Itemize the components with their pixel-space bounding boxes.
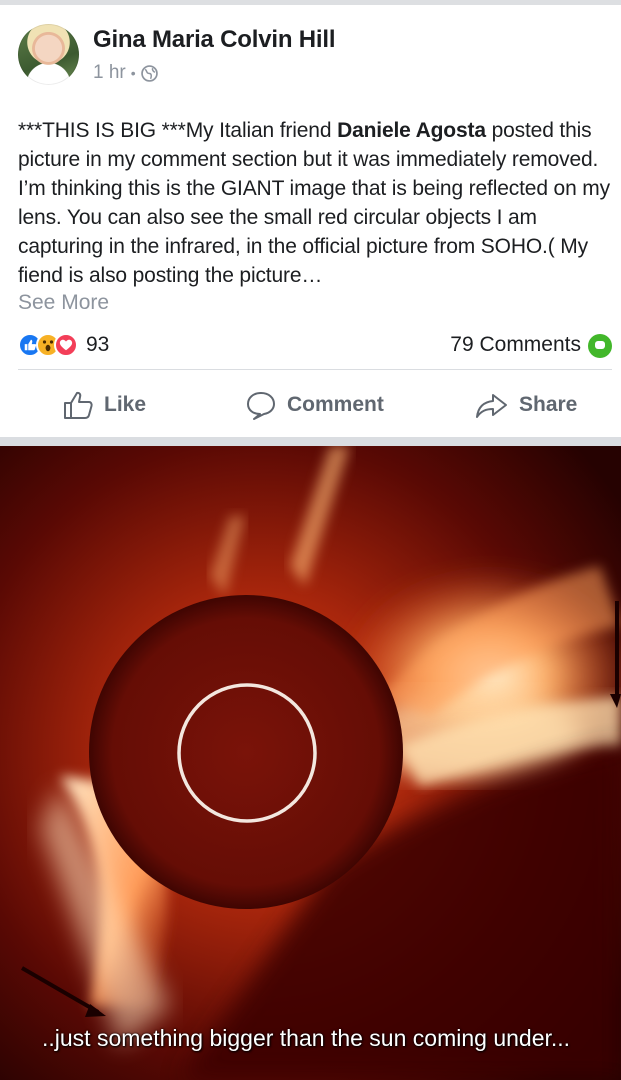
love-icon bbox=[54, 333, 78, 357]
meta-separator: • bbox=[130, 65, 136, 81]
comments-count-link[interactable]: 79 Comments bbox=[450, 333, 581, 357]
post-text-rest: posted this picture in my comment sectio… bbox=[18, 119, 610, 287]
share-button[interactable]: Share bbox=[475, 380, 577, 430]
post-meta: 1 hr • bbox=[93, 62, 158, 84]
like-button[interactable]: Like bbox=[62, 380, 146, 430]
share-label: Share bbox=[519, 393, 578, 416]
globe-icon bbox=[140, 64, 158, 82]
comment-label: Comment bbox=[287, 393, 384, 416]
share-arrow-icon bbox=[476, 394, 507, 418]
top-divider bbox=[0, 0, 621, 5]
post-photo[interactable]: ..just something bigger than the sun com… bbox=[0, 446, 621, 1080]
post-time[interactable]: 1 hr bbox=[93, 62, 126, 84]
reactions-summary[interactable]: 93 bbox=[18, 331, 109, 359]
author-name[interactable]: Gina Maria Colvin Hill bbox=[93, 26, 336, 54]
reaction-count: 93 bbox=[86, 333, 110, 356]
action-bar: Like Comment Share bbox=[0, 380, 621, 430]
actions-divider bbox=[18, 369, 612, 370]
post-text-intro: ***THIS IS BIG ***My Italian friend bbox=[18, 119, 338, 142]
thumbs-up-icon bbox=[64, 391, 93, 419]
comment-button[interactable]: Comment bbox=[245, 380, 384, 430]
section-gap bbox=[0, 437, 621, 446]
avatar[interactable] bbox=[18, 24, 79, 85]
post-header: Gina Maria Colvin Hill 1 hr • bbox=[18, 24, 608, 86]
photo-caption: ..just something bigger than the sun com… bbox=[42, 1025, 571, 1051]
speech-bubble-icon bbox=[247, 392, 275, 420]
solar-image bbox=[0, 446, 621, 1080]
comment-badge-icon bbox=[588, 334, 612, 358]
tagged-friend-link[interactable]: Daniele Agosta bbox=[337, 119, 486, 142]
like-label: Like bbox=[104, 393, 147, 416]
post-text: ***THIS IS BIG ***My Italian friend Dani… bbox=[18, 116, 614, 290]
see-more-link[interactable]: See More bbox=[18, 291, 109, 315]
